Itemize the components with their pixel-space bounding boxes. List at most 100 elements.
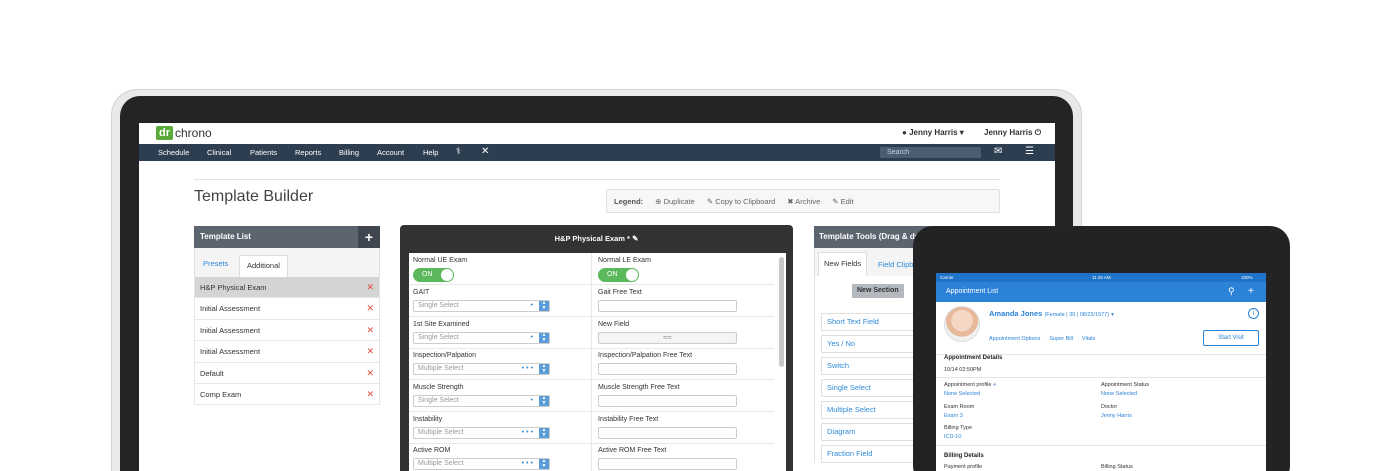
menu-icon[interactable]: ☰	[1025, 146, 1034, 157]
signature-field[interactable]: ≈≈	[598, 332, 737, 344]
delete-icon[interactable]: ✕	[366, 320, 374, 341]
list-item[interactable]: H&P Physical Exam ✕	[194, 277, 380, 299]
field-active-rom-free-text: Active ROM Free Text	[598, 447, 768, 471]
exam-room-value[interactable]: Exam 3	[944, 413, 963, 419]
list-item[interactable]: Initial Assessment ✕	[194, 341, 380, 363]
nav-item-help[interactable]: Help	[423, 148, 438, 157]
link-appointment-options[interactable]: Appointment Options	[989, 336, 1040, 342]
nav-item-schedule[interactable]: Schedule	[158, 148, 189, 157]
billing-type-value[interactable]: ICD-10	[944, 434, 961, 440]
tablet-screen: Carrier 11:45 AM 100% Appointment List ⚲…	[936, 273, 1266, 471]
appointment-status-value[interactable]: None Selected	[1101, 391, 1137, 397]
chevron-down-icon: ▾	[1111, 312, 1114, 318]
user-logout[interactable]: Jenny Harris ⏻	[984, 128, 1041, 138]
single-select[interactable]: Single Select • ▲ ▼	[413, 332, 550, 344]
info-icon[interactable]: i	[1248, 308, 1259, 319]
toggle-switch[interactable]: ON	[413, 268, 454, 282]
tab-new-fields[interactable]: New Fields	[818, 252, 868, 276]
field-active-rom: Active ROM Multiple Select ••• ▲ ▼	[413, 447, 583, 471]
dot-icon: •	[530, 334, 535, 341]
patient-meta: (Female | 39 | 08/23/1977)	[1044, 312, 1110, 318]
divider	[194, 179, 1000, 180]
status-bar: Carrier 11:45 AM 100%	[936, 273, 1266, 282]
pencil-icon[interactable]: ✎	[632, 234, 638, 243]
multiple-select[interactable]: Multiple Select ••• ▲ ▼	[413, 458, 550, 470]
search-icon[interactable]: ⚲	[1228, 286, 1235, 297]
patient-name[interactable]: Amanda Jones (Female | 39 | 08/23/1977) …	[989, 309, 1114, 318]
plus-icon[interactable]: +	[1248, 286, 1254, 297]
nav-item-billing[interactable]: Billing	[339, 148, 359, 157]
field-new-field: New Field ≈≈	[598, 321, 768, 349]
tab-additional[interactable]: Additional	[239, 255, 288, 277]
add-template-button[interactable]: +	[358, 226, 380, 248]
tab-presets[interactable]: Presets	[203, 259, 228, 268]
delete-icon[interactable]: ✕	[366, 277, 374, 298]
dot-icon: ●	[992, 382, 997, 388]
field-muscle-strength: Muscle Strength Single Select • ▲ ▼	[413, 384, 583, 412]
mail-icon[interactable]: ✉	[994, 146, 1002, 157]
billing-type-label: Billing Type	[944, 425, 973, 431]
nav-item-reports[interactable]: Reports	[295, 148, 321, 157]
field-label: Normal LE Exam	[598, 257, 651, 264]
status-time: 11:45 AM	[1092, 275, 1111, 280]
template-list-header: Template List +	[194, 226, 380, 248]
new-section-button[interactable]: New Section	[852, 284, 904, 298]
text-input[interactable]	[598, 363, 737, 375]
page-title: Template Builder	[194, 188, 314, 205]
form-panel: H&P Physical Exam * ✎ Normal UE Exam ON …	[400, 225, 793, 471]
multiple-select[interactable]: Multiple Select ••• ▲ ▼	[413, 363, 550, 375]
list-item[interactable]: Initial Assessment ✕	[194, 319, 380, 342]
form-title[interactable]: H&P Physical Exam * ✎	[400, 225, 793, 252]
tools-icon[interactable]: ✕	[481, 146, 489, 157]
delete-icon[interactable]: ✕	[366, 384, 374, 405]
delete-icon[interactable]: ✕	[366, 363, 374, 384]
list-item[interactable]: Initial Assessment ✕	[194, 298, 380, 320]
link-super-bill[interactable]: Super Bill	[1049, 336, 1073, 342]
spinner-icon: ▲ ▼	[539, 301, 549, 311]
header-title[interactable]: Appointment List	[946, 288, 998, 295]
billing-status-label: Billing Status	[1101, 464, 1133, 470]
caret-down-icon: ▾	[959, 128, 964, 137]
billing-details-heading: Billing Details	[944, 453, 984, 459]
spinner-icon: ▲ ▼	[539, 364, 549, 374]
legend-label: Legend:	[614, 196, 644, 206]
delete-icon[interactable]: ✕	[366, 298, 374, 319]
divider	[936, 445, 1266, 446]
list-item[interactable]: Default ✕	[194, 362, 380, 384]
search-input[interactable]: Search	[880, 147, 981, 158]
tablet-header: Appointment List ⚲ +	[936, 282, 1266, 302]
caduceus-icon[interactable]: ⚕	[456, 146, 461, 157]
top-bar: dr chrono ● Jenny Harris ▾ Jenny Harris …	[139, 123, 1055, 144]
field-instability: Instability Multiple Select ••• ▲ ▼	[413, 416, 583, 444]
nav-item-account[interactable]: Account	[377, 148, 404, 157]
nav-item-clinical[interactable]: Clinical	[207, 148, 231, 157]
logo[interactable]: dr chrono	[156, 126, 212, 140]
duplicate-icon: ⊕	[655, 196, 662, 206]
spinner-icon: ▲ ▼	[539, 428, 549, 438]
multiple-select[interactable]: Multiple Select ••• ▲ ▼	[413, 427, 550, 439]
link-vitals[interactable]: Vitals	[1082, 336, 1095, 342]
text-input[interactable]	[598, 427, 737, 439]
single-select[interactable]: Single Select • ▲ ▼	[413, 300, 550, 312]
user-icon: ●	[902, 128, 907, 137]
list-item[interactable]: Comp Exam ✕	[194, 383, 380, 406]
field-label: Muscle Strength Free Text	[598, 384, 680, 391]
toggle-switch[interactable]: ON	[598, 268, 639, 282]
field-label: New Field	[598, 321, 630, 328]
user-menu[interactable]: ● Jenny Harris ▾	[902, 128, 964, 137]
field-label: Instability Free Text	[598, 416, 659, 423]
nav-bar: Schedule Clinical Patients Reports Billi…	[139, 144, 1055, 161]
nav-item-patients[interactable]: Patients	[250, 148, 277, 157]
single-select[interactable]: Single Select • ▲ ▼	[413, 395, 550, 407]
appointment-profile-value[interactable]: None Selected	[944, 391, 980, 397]
archive-icon: ✖	[787, 196, 794, 206]
scrollbar[interactable]	[779, 257, 784, 367]
text-input[interactable]	[598, 300, 737, 312]
text-input[interactable]	[598, 395, 737, 407]
field-first-site: 1st Site Examined Single Select • ▲ ▼	[413, 321, 583, 349]
doctor-value[interactable]: Jenny Harris	[1101, 413, 1132, 419]
legend: Legend: ⊕ Duplicate ✎ Copy to Clipboard …	[606, 189, 1000, 213]
text-input[interactable]	[598, 458, 737, 470]
start-visit-button[interactable]: Start Visit	[1203, 330, 1259, 346]
delete-icon[interactable]: ✕	[366, 341, 374, 362]
